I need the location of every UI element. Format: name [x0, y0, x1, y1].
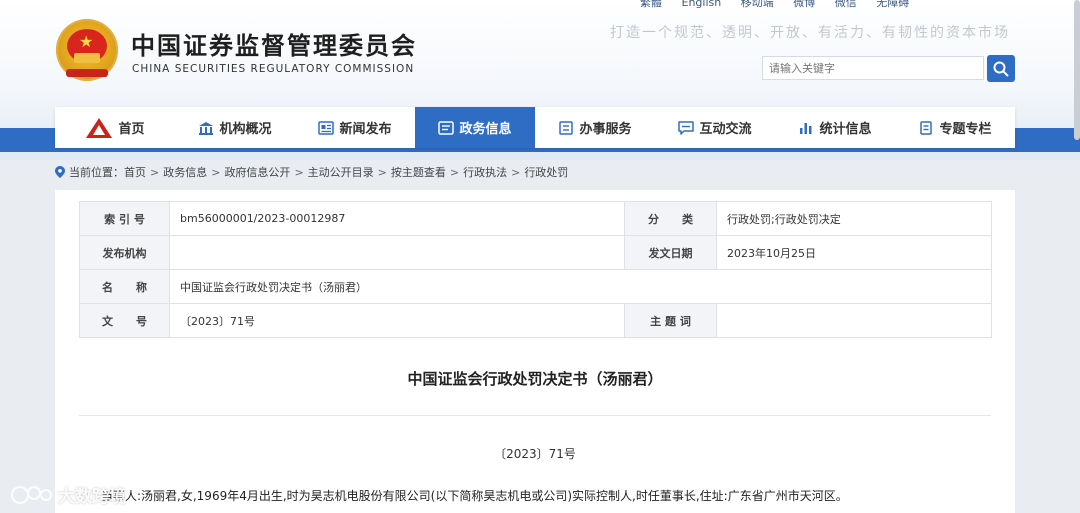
breadcrumb-gov-info[interactable]: 政务信息	[163, 164, 207, 180]
newspaper-icon	[318, 120, 335, 135]
nav-services[interactable]: 办事服务	[535, 107, 655, 148]
column-icon	[918, 120, 934, 135]
link-wechat[interactable]: 微信	[835, 0, 857, 9]
publisher-label: 发布机构	[79, 235, 170, 270]
subject-value	[716, 303, 992, 338]
home-logo-icon	[85, 117, 113, 139]
main-nav: 首页 机构概况 新闻发布 政务信息 办事服务 互动交流 统计信息 专题专栏	[55, 107, 1015, 148]
nav-news[interactable]: 新闻发布	[295, 107, 415, 148]
link-accessibility[interactable]: 无障碍	[876, 0, 909, 9]
slogan: 打造一个规范、透明、开放、有活力、有韧性的资本市场	[610, 25, 1010, 41]
watermark-logo-icon	[11, 485, 52, 504]
publisher-value	[169, 235, 625, 270]
document-paragraph: 当事人:汤丽君,女,1969年4月出生,时为昊志机电股份有限公司(以下简称昊志机…	[101, 489, 848, 503]
category-value: 行政处罚;行政处罚决定	[716, 201, 992, 236]
nav-home[interactable]: 首页	[55, 107, 175, 148]
link-traditional[interactable]: 繁體	[640, 0, 662, 9]
link-mobile[interactable]: 移动端	[741, 0, 774, 9]
breadcrumb-catalog[interactable]: 主动公开目录	[308, 164, 374, 180]
table-row: 文 号 〔2023〕71号 主 题 词	[79, 303, 992, 338]
nav-gov-info[interactable]: 政务信息	[415, 107, 535, 148]
service-icon	[558, 120, 574, 135]
breadcrumb-by-topic[interactable]: 按主题查看	[391, 164, 446, 180]
national-emblem-logo[interactable]: ★	[56, 19, 118, 81]
subject-label: 主 题 词	[624, 303, 717, 338]
document-icon	[438, 120, 455, 135]
link-english[interactable]: English	[682, 0, 722, 9]
search-icon	[993, 61, 1009, 76]
building-icon	[198, 121, 214, 135]
org-name-en: CHINA SECURITIES REGULATORY COMMISSION	[132, 63, 415, 75]
breadcrumb-penalty[interactable]: 行政处罚	[524, 164, 568, 180]
index-value: bm56000001/2023-00012987	[169, 201, 625, 236]
nav-special[interactable]: 专题专栏	[895, 107, 1015, 148]
date-value: 2023年10月25日	[716, 235, 992, 270]
content-panel: 索 引 号 bm56000001/2023-00012987 分 类 行政处罚;…	[55, 190, 1015, 513]
link-weibo[interactable]: 微博	[793, 0, 815, 9]
table-row: 索 引 号 bm56000001/2023-00012987 分 类 行政处罚;…	[79, 201, 992, 236]
nav-interaction[interactable]: 互动交流	[655, 107, 775, 148]
divider	[79, 415, 991, 416]
document-title: 中国证监会行政处罚决定书（汤丽君）	[407, 370, 663, 388]
breadcrumb-enforcement[interactable]: 行政执法	[463, 164, 507, 180]
breadcrumb-disclosure[interactable]: 政府信息公开	[224, 164, 290, 180]
bar-chart-icon	[798, 121, 814, 135]
watermark: 大数跨境	[10, 482, 126, 507]
date-label: 发文日期	[624, 235, 717, 270]
scrollbar[interactable]	[1074, 0, 1080, 140]
name-label: 名 称	[79, 269, 170, 304]
name-value: 中国证监会行政处罚决定书（汤丽君）	[169, 269, 992, 304]
breadcrumb-home[interactable]: 首页	[124, 164, 146, 180]
search-input[interactable]	[762, 56, 984, 80]
table-row: 发布机构 发文日期 2023年10月25日	[79, 235, 992, 270]
breadcrumb-prefix: 当前位置：	[69, 166, 124, 179]
table-row: 名 称 中国证监会行政处罚决定书（汤丽君）	[79, 269, 992, 304]
search-button[interactable]	[987, 55, 1015, 82]
location-pin-icon	[55, 166, 65, 178]
nav-statistics[interactable]: 统计信息	[775, 107, 895, 148]
docno-label: 文 号	[79, 303, 170, 338]
document-number: 〔2023〕71号	[494, 447, 576, 461]
org-name-cn[interactable]: 中国证券监督管理委员会	[131, 26, 417, 61]
breadcrumb: 当前位置： 首页 > 政务信息 > 政府信息公开 > 主动公开目录 > 按主题查看 > 行…	[55, 164, 568, 180]
category-label: 分 类	[624, 201, 717, 236]
document-meta-table: 索 引 号 bm56000001/2023-00012987 分 类 行政处罚;…	[79, 201, 992, 338]
top-links: 繁體 English 移动端 微博 微信 无障碍	[640, 0, 925, 10]
chat-icon	[678, 120, 695, 135]
docno-value: 〔2023〕71号	[169, 303, 625, 338]
index-label: 索 引 号	[79, 201, 170, 236]
nav-organization[interactable]: 机构概况	[175, 107, 295, 148]
